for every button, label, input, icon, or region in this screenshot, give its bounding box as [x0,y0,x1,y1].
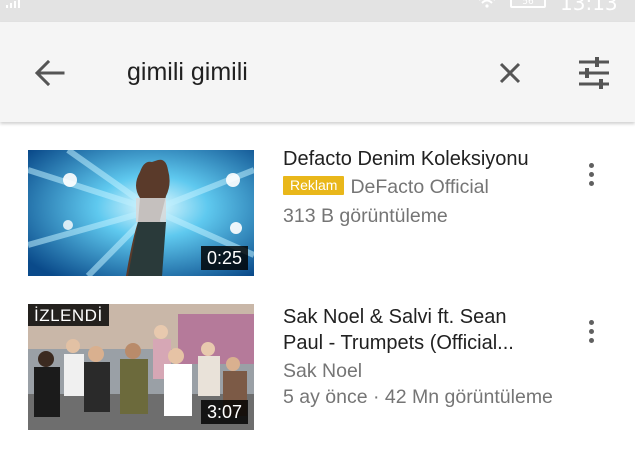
list-item[interactable]: İZLENDİ 3:07 Sak Noel & Salvi ft. Sean P… [0,294,635,434]
signal-icon [6,0,20,8]
more-vert-icon [588,319,594,325]
view-count: 313 B görüntüleme [283,205,448,227]
filter-button[interactable] [570,52,618,94]
ad-badge: Reklam [283,176,345,195]
tune-icon [579,57,609,89]
video-duration: 3:07 [200,400,248,424]
video-title[interactable]: Defacto Denim Koleksiyonu [283,146,553,172]
video-thumbnail[interactable]: 0:25 [28,150,254,276]
video-duration: 0:25 [200,246,248,270]
close-icon [499,62,521,84]
battery-indicator: 56 [510,0,546,8]
video-title[interactable]: Sak Noel & Salvi ft. Sean Paul - Trumpet… [283,304,553,356]
arrow-left-icon [35,60,65,86]
wifi-icon [479,0,495,8]
more-options-button[interactable] [578,157,604,191]
list-item[interactable]: 0:25 Defacto Denim Koleksiyonu Reklam DeF… [0,140,635,280]
status-clock: 13:13 [560,0,618,15]
channel-name[interactable]: Sak Noel [283,357,362,385]
clear-search-button[interactable] [488,52,532,94]
video-stats: 5 ay önce · 42 Mn görüntüleme [283,386,553,408]
search-header [0,22,635,122]
video-title-line: Paul - Trumpets (Official... [283,332,514,354]
watched-badge: İZLENDİ [28,304,109,326]
channel-name[interactable]: DeFacto Official [350,176,488,198]
more-options-button[interactable] [578,314,604,348]
more-vert-icon [588,162,594,168]
channel-line: Reklam DeFacto Official [283,173,489,201]
back-button[interactable] [26,52,74,94]
status-bar: 56 13:13 [0,0,635,22]
search-input[interactable] [127,55,457,89]
video-thumbnail[interactable]: İZLENDİ 3:07 [28,304,254,430]
video-title-line: Sak Noel & Salvi ft. Sean [283,306,507,328]
